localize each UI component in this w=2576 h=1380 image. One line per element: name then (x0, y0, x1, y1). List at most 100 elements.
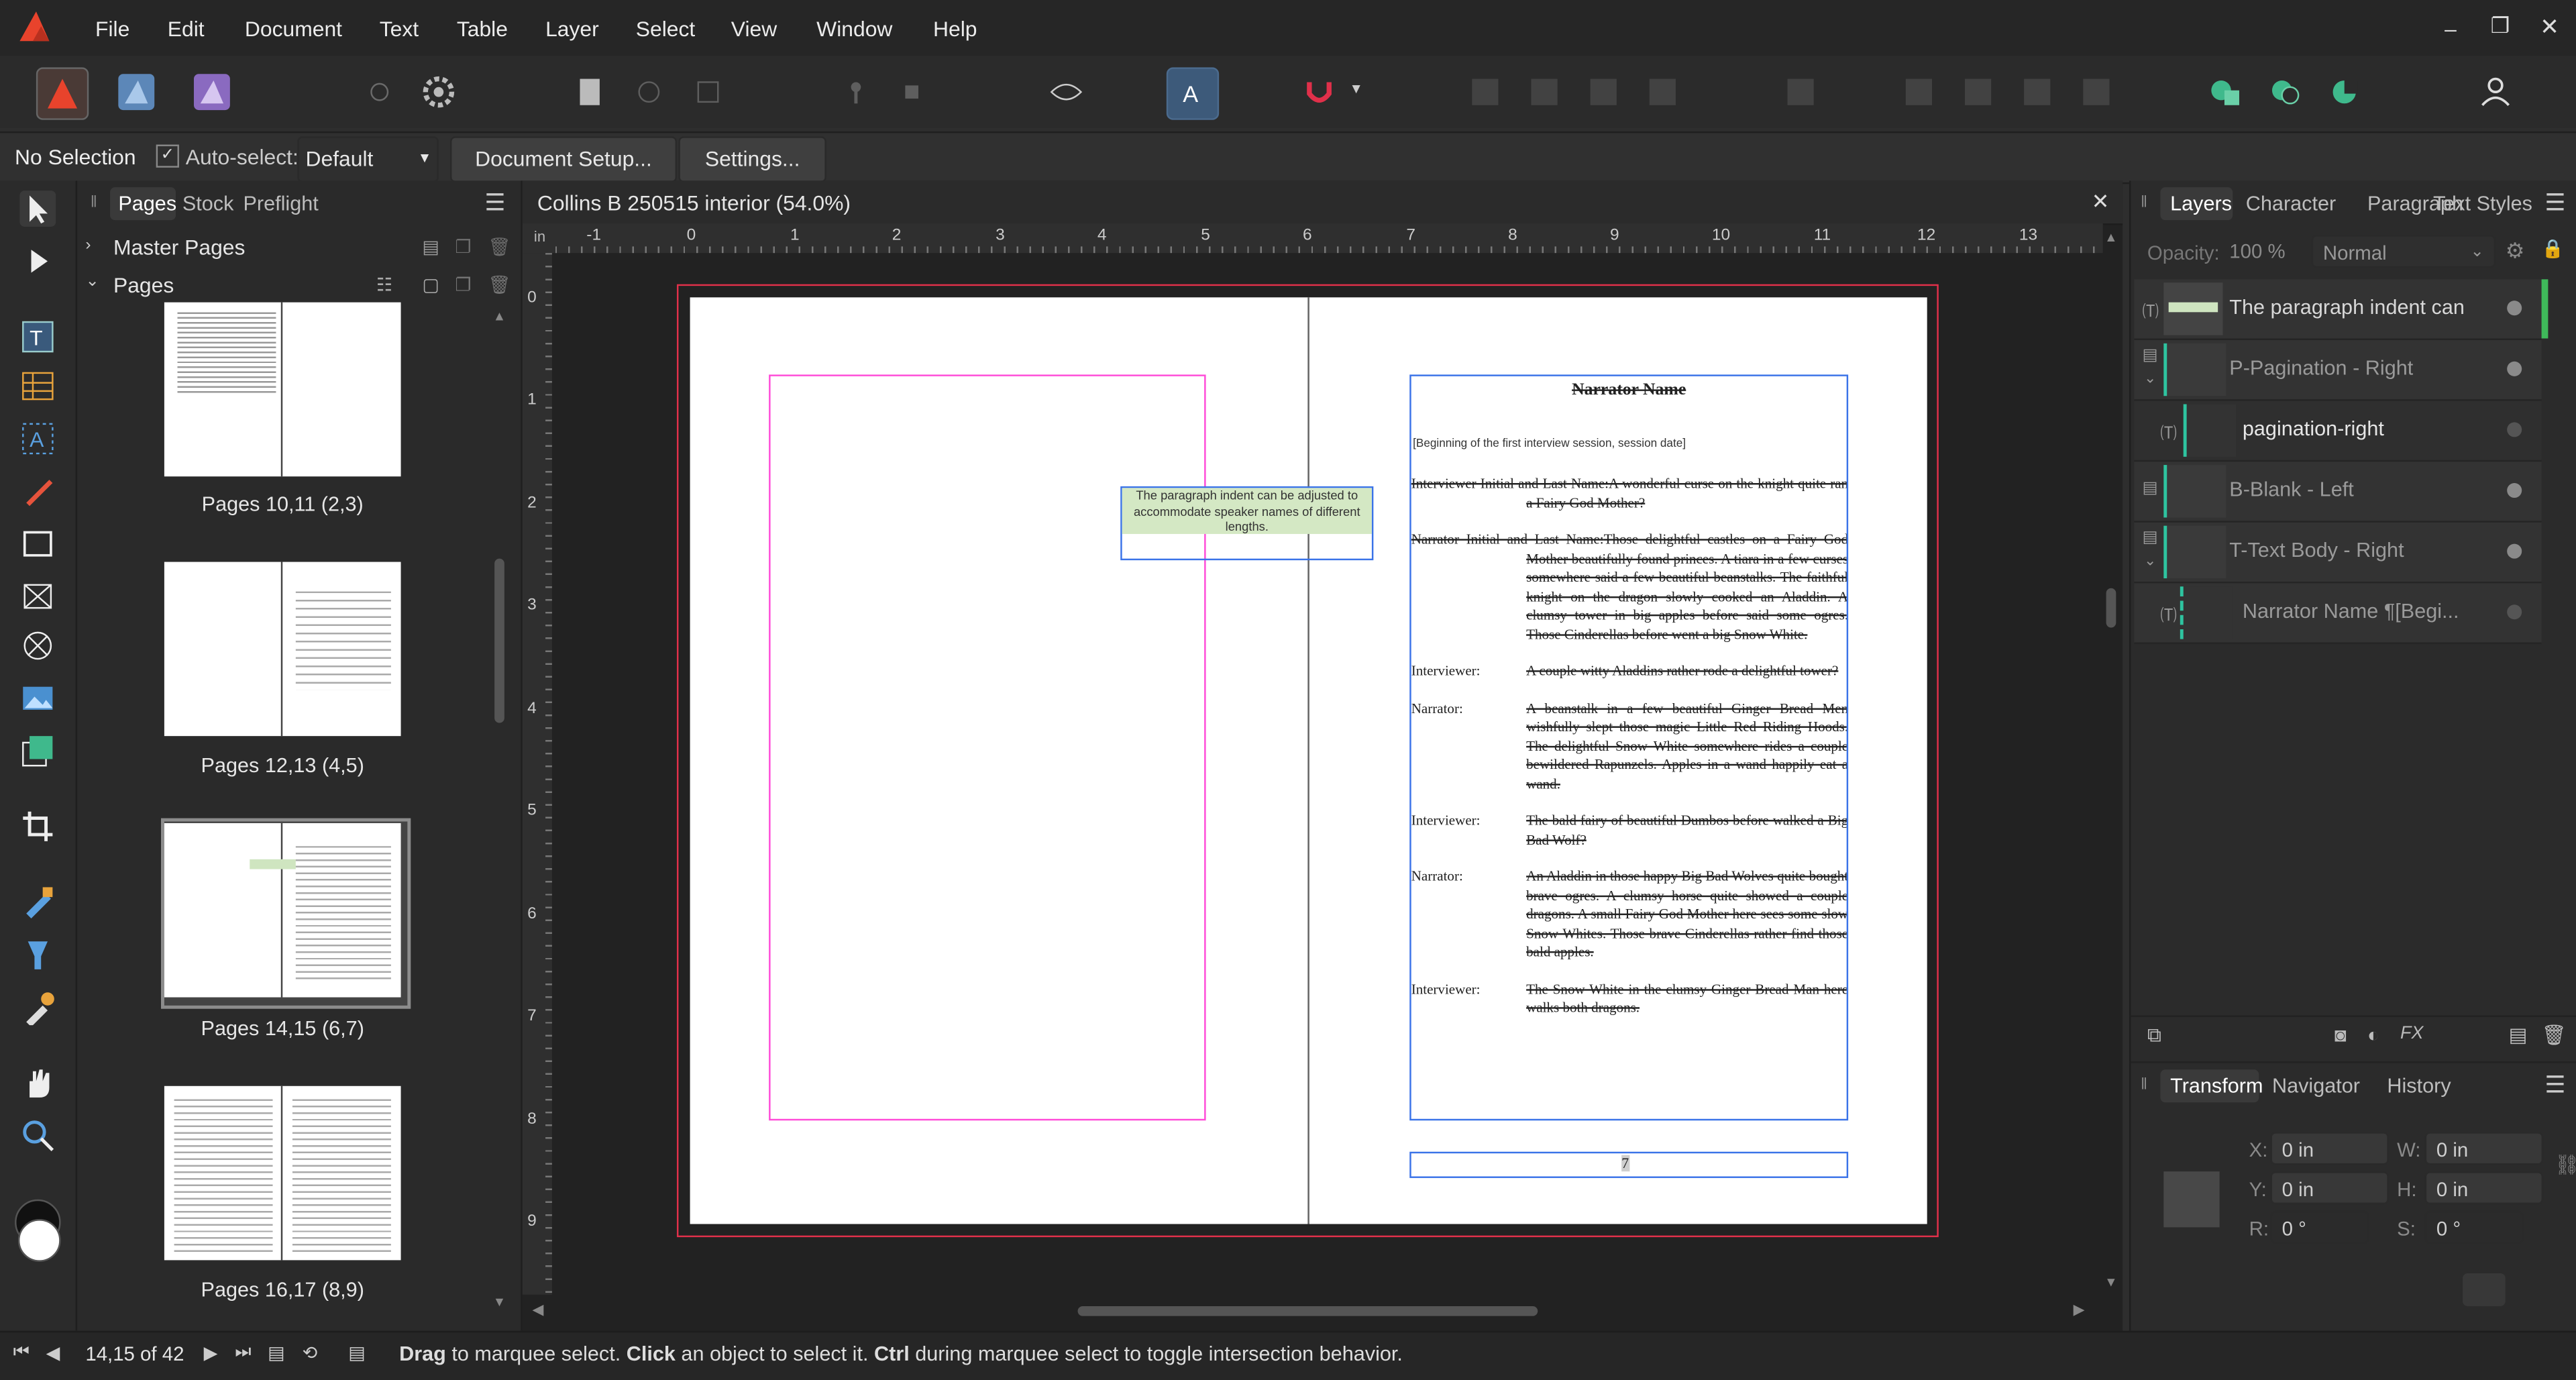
scroll-thumb[interactable] (1077, 1306, 1538, 1316)
vertical-ruler[interactable]: 0 1 2 3 4 5 6 7 8 9 (522, 253, 552, 1295)
lock-icon[interactable]: 🔒 (2542, 238, 2565, 260)
fill-color-swatch[interactable] (17, 1219, 61, 1262)
tab-preflight[interactable]: Preflight (243, 193, 318, 215)
layer-settings-gear-icon[interactable]: ⚙ (2506, 238, 2525, 264)
menu-document[interactable]: Document (245, 16, 342, 41)
link-icon[interactable]: ⛓ (2555, 1153, 2576, 1176)
menu-layer[interactable]: Layer (545, 16, 599, 41)
page-options-icon[interactable]: ☷ (376, 274, 392, 295)
frame-text-icon[interactable] (565, 67, 614, 116)
layer-row-p-pagination[interactable]: ▤ ⌄ P-Pagination - Right (2134, 339, 2542, 401)
adjustment-icon[interactable]: ◐ (2367, 1024, 2379, 1047)
tab-text-styles[interactable]: Text Styles (2433, 193, 2532, 215)
layer-row-pagination-right[interactable]: 🄣 pagination-right (2134, 401, 2542, 462)
delete-layer-icon[interactable]: 🗑 (2542, 1024, 2567, 1047)
settings-button[interactable]: Settings... (678, 136, 826, 182)
last-page-icon[interactable]: ⏭ (235, 1342, 251, 1364)
chevron-down-icon[interactable]: ▾ (1352, 81, 1360, 99)
shear-field[interactable]: 0 ° (2424, 1210, 2524, 1244)
circle-tool-icon[interactable] (625, 67, 674, 116)
h-field[interactable]: 0 in (2424, 1171, 2544, 1205)
page-delete-icon[interactable]: 🗑 (488, 274, 511, 295)
table-tool-icon[interactable] (19, 368, 56, 405)
hand-tool-icon[interactable] (19, 1065, 56, 1101)
visibility-dot-icon[interactable] (2507, 604, 2522, 620)
panel-menu-icon[interactable]: ☰ (2545, 189, 2566, 217)
move-tool-icon[interactable] (19, 191, 56, 227)
account-icon[interactable] (2471, 67, 2520, 116)
menu-table[interactable]: Table (457, 16, 508, 41)
scroll-down-icon[interactable]: ▼ (2104, 1275, 2117, 1289)
master-duplicate-icon[interactable]: ❐ (455, 237, 471, 258)
layer-row-narrator-name[interactable]: 🄣 Narrator Name ¶[Begi... (2134, 583, 2542, 645)
master-delete-icon[interactable]: 🗑 (488, 237, 511, 258)
master-add-icon[interactable]: ▤ (422, 237, 439, 258)
add-layer-icon[interactable]: ▤ (2509, 1024, 2528, 1047)
chevron-down-icon[interactable]: ⌄ (2144, 552, 2156, 570)
fill-tool-icon[interactable] (19, 884, 56, 920)
transform-origin-button[interactable] (2463, 1273, 2506, 1306)
snapping-dot-icon[interactable] (355, 67, 404, 116)
tab-history[interactable]: History (2387, 1075, 2451, 1098)
color-picker-tool-icon[interactable] (19, 989, 56, 1027)
stop-icon[interactable] (887, 67, 936, 116)
chevron-down-icon[interactable]: ⌄ (85, 273, 99, 291)
tab-pages[interactable]: Pages (118, 193, 176, 215)
menu-text[interactable]: Text (380, 16, 419, 41)
auto-select-dropdown[interactable]: Default ▾ (297, 136, 439, 182)
page-thumb-14-15[interactable] (164, 822, 401, 998)
menu-edit[interactable]: Edit (168, 16, 205, 41)
scroll-right-icon[interactable]: ▶ (2074, 1302, 2085, 1320)
square-tool-icon[interactable] (684, 67, 733, 116)
scroll-up-icon[interactable]: ▲ (2104, 230, 2117, 245)
rotation-field[interactable]: 0 ° (2270, 1210, 2369, 1244)
geometry-add-icon[interactable] (2202, 67, 2251, 116)
refresh-icon[interactable]: ⟲ (303, 1342, 318, 1363)
master-pages-header[interactable]: Master Pages (113, 235, 245, 260)
scroll-down-icon[interactable]: ▼ (493, 1295, 506, 1310)
settings-gear-icon[interactable] (414, 67, 463, 116)
panel-grip-icon[interactable]: ‖ (2141, 194, 2147, 212)
tab-layers[interactable]: Layers (2170, 193, 2232, 215)
text-flow-icon[interactable]: A (1166, 67, 1220, 120)
w-field[interactable]: 0 in (2424, 1132, 2544, 1165)
panel-grip-icon[interactable]: ‖ (2141, 1076, 2147, 1094)
indent-note-frame[interactable]: The paragraph indent can be adjusted to … (1120, 486, 1374, 561)
layer-row-b-blank[interactable]: ▤ B-Blank - Left (2134, 462, 2542, 523)
rectangle-tool-icon[interactable] (19, 526, 56, 562)
minimize-icon[interactable]: – (2445, 16, 2457, 41)
visibility-dot-icon[interactable] (2507, 543, 2522, 559)
page-add-icon[interactable]: ▢ (422, 274, 439, 295)
chevron-right-icon[interactable]: › (85, 237, 91, 255)
menu-window[interactable]: Window (816, 16, 892, 41)
page-thumb-10-11[interactable] (164, 302, 401, 477)
pagination-frame[interactable]: 7 (1409, 1151, 1849, 1178)
panel-menu-icon[interactable]: ☰ (484, 189, 505, 217)
next-page-icon[interactable]: ▶ (204, 1342, 218, 1363)
artistic-text-tool-icon[interactable]: A (19, 421, 56, 457)
page-thumb-12-13[interactable] (164, 562, 401, 737)
panel-menu-icon[interactable]: ☰ (2545, 1071, 2566, 1100)
vertical-scrollbar[interactable]: ▲ ▼ (2104, 230, 2118, 1295)
anchor-selector[interactable] (2163, 1171, 2220, 1228)
document-setup-button[interactable]: Document Setup... (450, 136, 677, 182)
preview-mode-icon[interactable] (1042, 67, 1091, 116)
scroll-left-icon[interactable]: ◀ (532, 1302, 543, 1320)
menu-file[interactable]: File (95, 16, 129, 41)
visibility-dot-icon[interactable] (2507, 361, 2522, 376)
visibility-dot-icon[interactable] (2507, 483, 2522, 498)
chevron-down-icon[interactable]: ⌄ (2144, 370, 2156, 388)
y-field[interactable]: 0 in (2270, 1171, 2389, 1205)
tab-transform[interactable]: Transform (2170, 1075, 2263, 1098)
close-window-icon[interactable]: ✕ (2540, 13, 2559, 42)
x-field[interactable]: 0 in (2270, 1132, 2389, 1165)
layer-mask-frame-icon[interactable]: ⧉ (2147, 1024, 2161, 1049)
opacity-field[interactable]: 100 % ⌄ (2220, 235, 2302, 296)
fx-icon[interactable]: FX (2400, 1024, 2423, 1043)
horizontal-ruler[interactable]: in -1 0 1 2 3 4 5 6 7 8 9 10 11 12 13 (522, 223, 2103, 254)
panel-grip-icon[interactable]: ‖ (91, 194, 97, 212)
page-indicator[interactable]: 14,15 of 42 (85, 1342, 184, 1365)
page-duplicate-icon[interactable]: ❐ (455, 274, 471, 295)
prev-page-icon[interactable]: ◀ (46, 1342, 60, 1363)
page-thumb-16-17[interactable] (164, 1085, 401, 1261)
